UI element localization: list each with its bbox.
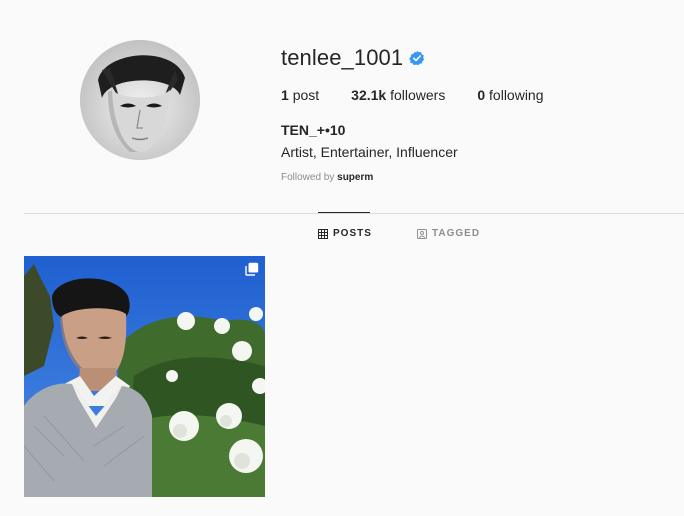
grid-icon bbox=[318, 228, 328, 239]
post-image bbox=[24, 256, 265, 497]
posts-label: post bbox=[292, 87, 320, 103]
posts-count: 1 bbox=[281, 87, 289, 103]
tag-icon bbox=[417, 228, 427, 239]
profile-avatar[interactable] bbox=[80, 40, 200, 160]
followed-by-user[interactable]: superm bbox=[337, 172, 373, 183]
profile-page: tenlee_1001 1 post 32.1k followers 0 fol… bbox=[0, 0, 684, 516]
posts-stat: 1 post bbox=[281, 87, 319, 103]
followed-by-prefix: Followed by bbox=[281, 172, 335, 183]
multiple-posts-icon bbox=[245, 262, 259, 276]
active-tab-indicator bbox=[318, 212, 370, 213]
followers-label: followers bbox=[390, 87, 446, 103]
post-thumbnail[interactable] bbox=[24, 256, 265, 497]
username-row: tenlee_1001 bbox=[281, 44, 661, 72]
following-label: following bbox=[489, 87, 544, 103]
followers-count: 32.1k bbox=[351, 87, 387, 103]
profile-bio: Artist, Entertainer, Influencer bbox=[281, 144, 458, 160]
tab-posts-label: POSTS bbox=[333, 228, 372, 239]
profile-stats: 1 post 32.1k followers 0 following bbox=[281, 87, 661, 103]
verified-badge-icon bbox=[409, 50, 425, 66]
tabs-divider bbox=[24, 213, 684, 214]
username: tenlee_1001 bbox=[281, 45, 404, 70]
followed-by[interactable]: Followed by superm bbox=[281, 172, 661, 183]
following-count: 0 bbox=[477, 87, 486, 103]
tab-posts[interactable]: POSTS bbox=[318, 228, 372, 239]
avatar-image bbox=[80, 40, 200, 160]
following-link[interactable]: 0 following bbox=[477, 87, 543, 103]
profile-info: tenlee_1001 1 post 32.1k followers 0 fol… bbox=[281, 44, 661, 183]
tab-tagged[interactable]: TAGGED bbox=[417, 228, 480, 239]
followers-link[interactable]: 32.1k followers bbox=[351, 87, 445, 103]
tab-tagged-label: TAGGED bbox=[432, 228, 481, 239]
profile-full-name: TEN_+•10 bbox=[281, 122, 346, 138]
